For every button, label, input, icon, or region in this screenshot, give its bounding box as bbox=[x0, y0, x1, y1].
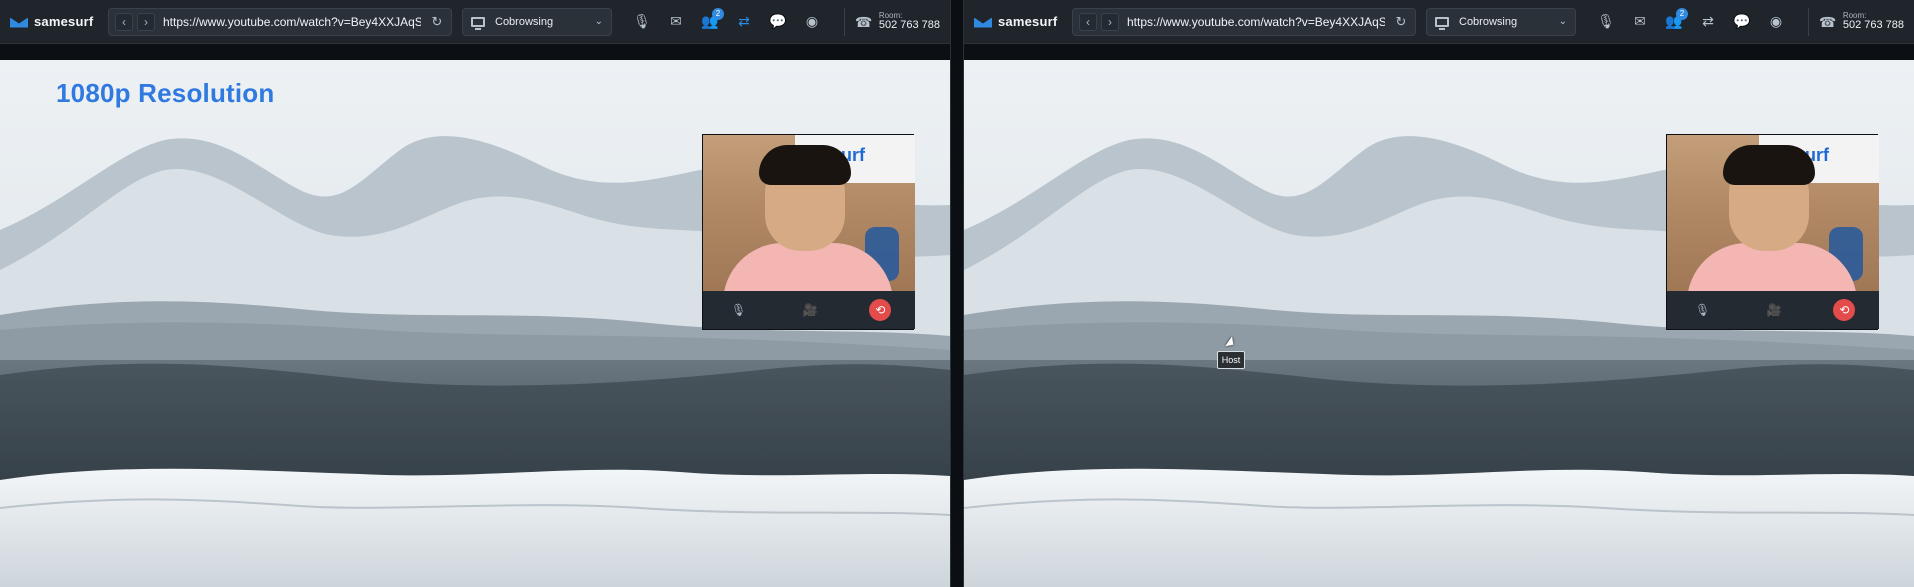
room-info: ☎ Room: 502 763 788 bbox=[1807, 7, 1904, 36]
chevron-down-icon: ⌄ bbox=[1558, 16, 1567, 27]
video-title: 1080p Resolution bbox=[56, 78, 275, 108]
video-stream-left[interactable]: 1080p Resolution mesurf the cloud 🎙 🎥 ⟲ bbox=[0, 60, 950, 587]
brand: samesurf bbox=[10, 14, 98, 29]
mode-select[interactable]: Cobrowsing ⌄ bbox=[462, 7, 612, 36]
room-info: ☎ Room: 502 763 788 bbox=[843, 7, 940, 36]
samesurf-logo-icon bbox=[10, 15, 28, 29]
toolbar-icons: 🎙 ✉ 👥 2 ⇄ 💬 ◉ bbox=[622, 7, 822, 32]
chevron-right-icon[interactable]: › bbox=[1101, 12, 1119, 31]
leave-call-icon[interactable]: ⟲ bbox=[869, 299, 892, 321]
record-icon[interactable]: ◉ bbox=[802, 12, 822, 32]
hair-shape bbox=[759, 145, 851, 185]
url-text[interactable]: https://www.youtube.com/watch?v=Bey4XXJA… bbox=[1127, 15, 1385, 29]
participants-badge: 2 bbox=[1676, 7, 1688, 20]
dual-cobrowse-view: samesurf ‹ › https://www.youtube.com/wat… bbox=[0, 0, 1914, 587]
camera-icon[interactable]: 🎥 bbox=[798, 298, 822, 322]
webcam-feed: mesurf the cloud bbox=[1667, 135, 1879, 293]
nav-buttons: ‹ › bbox=[1079, 12, 1119, 31]
chevron-left-icon[interactable]: ‹ bbox=[1079, 12, 1097, 31]
right-cobrowse-pane: samesurf ‹ › https://www.youtube.com/wat… bbox=[964, 0, 1914, 587]
brand: samesurf bbox=[974, 14, 1062, 29]
room-text: Room: 502 763 788 bbox=[879, 12, 940, 31]
monitor-icon bbox=[471, 16, 485, 30]
samesurf-logo-icon bbox=[974, 15, 992, 29]
toolbar-icons: 🎙 ✉ 👥 2 ⇄ 💬 ◉ bbox=[1586, 7, 1786, 32]
mail-icon[interactable]: ✉ bbox=[1630, 12, 1650, 32]
microphone-icon[interactable]: 🎙 bbox=[632, 12, 652, 32]
mail-icon[interactable]: ✉ bbox=[666, 12, 686, 32]
microphone-icon[interactable]: 🎙 bbox=[1691, 298, 1715, 322]
mode-select[interactable]: Cobrowsing ⌄ bbox=[1426, 7, 1576, 36]
chat-icon[interactable]: 💬 bbox=[768, 12, 788, 32]
top-toolbar: samesurf ‹ › https://www.youtube.com/wat… bbox=[0, 0, 950, 44]
webcam-controls: 🎙 🎥 ⟲ bbox=[703, 291, 915, 329]
top-toolbar: samesurf ‹ › https://www.youtube.com/wat… bbox=[964, 0, 1914, 44]
chevron-left-icon[interactable]: ‹ bbox=[115, 12, 133, 31]
mode-label: Cobrowsing bbox=[1459, 15, 1518, 28]
phone-icon: ☎ bbox=[1818, 13, 1837, 30]
toolbar-spacer bbox=[964, 44, 1914, 60]
webcam-controls: 🎙 🎥 ⟲ bbox=[1667, 291, 1879, 329]
chat-icon[interactable]: 💬 bbox=[1732, 12, 1752, 32]
left-cobrowse-pane: samesurf ‹ › https://www.youtube.com/wat… bbox=[0, 0, 950, 587]
participants-badge: 2 bbox=[712, 7, 724, 20]
microphone-icon[interactable]: 🎙 bbox=[1596, 12, 1616, 32]
url-bar[interactable]: ‹ › https://www.youtube.com/watch?v=Bey4… bbox=[1072, 7, 1416, 36]
url-text[interactable]: https://www.youtube.com/watch?v=Bey4XXJA… bbox=[163, 15, 421, 29]
monitor-icon bbox=[1435, 16, 1449, 30]
room-text: Room: 502 763 788 bbox=[1843, 12, 1904, 31]
leave-call-icon[interactable]: ⟲ bbox=[1833, 299, 1856, 321]
users-icon[interactable]: 👥 2 bbox=[1664, 7, 1688, 32]
toolbar-spacer bbox=[0, 44, 950, 60]
reload-icon[interactable]: ↻ bbox=[1393, 14, 1409, 30]
reload-icon[interactable]: ↻ bbox=[429, 14, 445, 30]
microphone-icon[interactable]: 🎙 bbox=[727, 298, 751, 322]
url-bar[interactable]: ‹ › https://www.youtube.com/watch?v=Bey4… bbox=[108, 7, 452, 36]
nav-buttons: ‹ › bbox=[115, 12, 155, 31]
users-icon[interactable]: 👥 2 bbox=[700, 7, 724, 32]
chevron-right-icon[interactable]: › bbox=[137, 12, 155, 31]
swap-icon[interactable]: ⇄ bbox=[1698, 12, 1718, 32]
pane-divider bbox=[950, 0, 964, 587]
webcam-feed: mesurf the cloud bbox=[703, 135, 915, 293]
swap-icon[interactable]: ⇄ bbox=[734, 12, 754, 32]
room-number: 502 763 788 bbox=[878, 19, 940, 31]
room-number: 502 763 788 bbox=[1842, 19, 1904, 31]
webcam-panel: mesurf the cloud 🎙 🎥 ⟲ bbox=[1666, 134, 1879, 330]
camera-icon[interactable]: 🎥 bbox=[1762, 298, 1786, 322]
brand-name: samesurf bbox=[34, 14, 94, 29]
phone-icon: ☎ bbox=[854, 13, 873, 30]
video-stream-right[interactable]: mesurf the cloud 🎙 🎥 ⟲ bbox=[964, 60, 1914, 587]
mode-label: Cobrowsing bbox=[495, 15, 554, 28]
webcam-panel: mesurf the cloud 🎙 🎥 ⟲ bbox=[702, 134, 915, 330]
host-tooltip: Host bbox=[1217, 351, 1245, 369]
hair-shape bbox=[1723, 145, 1815, 185]
chevron-down-icon: ⌄ bbox=[594, 16, 603, 27]
record-icon[interactable]: ◉ bbox=[1766, 12, 1786, 32]
brand-name: samesurf bbox=[998, 14, 1058, 29]
